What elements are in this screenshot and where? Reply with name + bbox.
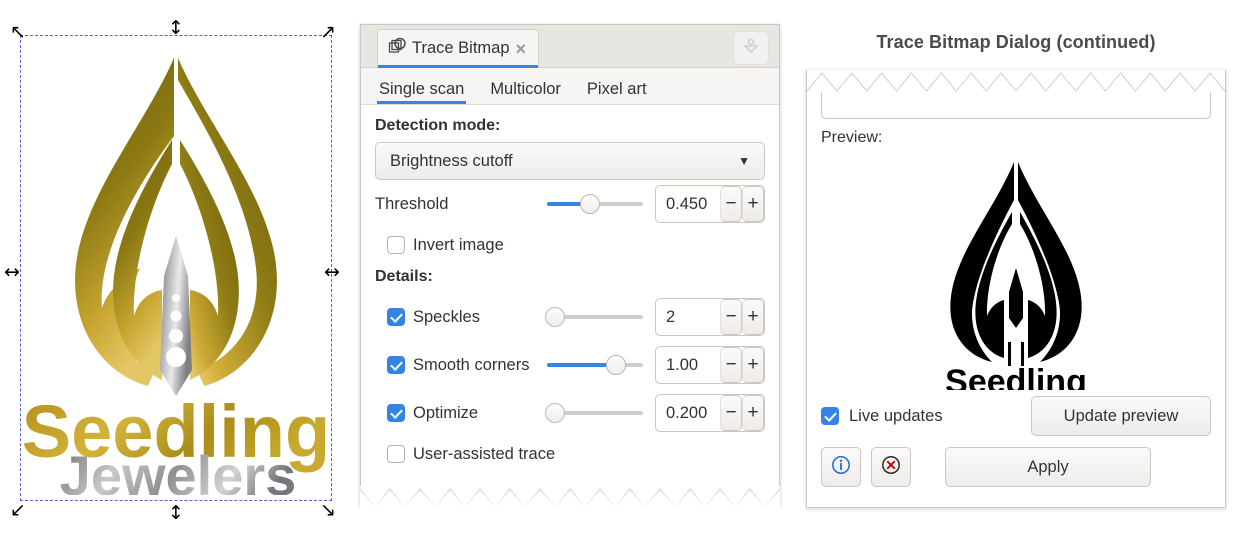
tab-trace-bitmap[interactable]: Trace Bitmap × — [377, 29, 540, 68]
resize-handle-northeast[interactable]: ↗ — [318, 22, 338, 42]
detection-mode-value: Brightness cutoff — [390, 151, 513, 170]
tab-single-scan[interactable]: Single scan — [376, 80, 467, 104]
threshold-slider[interactable] — [547, 194, 643, 214]
smooth-corners-value: 1.00 — [666, 355, 699, 374]
optimize-checkbox[interactable] — [387, 404, 405, 422]
live-updates-checkbox[interactable] — [821, 407, 839, 425]
trace-bitmap-dialog: Trace Bitmap × Single scan Multicolor Pi… — [360, 24, 780, 506]
tab-multicolor[interactable]: Multicolor — [490, 80, 561, 104]
torn-paper-bottom-edge — [360, 486, 780, 512]
smooth-corners-checkbox[interactable] — [387, 356, 405, 374]
smooth-corners-slider[interactable] — [547, 355, 643, 375]
speckles-decrement-button[interactable]: − — [720, 299, 742, 335]
preview-text-line1: Seedling — [945, 363, 1087, 390]
selection-bounding-box[interactable] — [20, 35, 332, 501]
clipped-input-field[interactable] — [821, 92, 1211, 119]
speckles-increment-button[interactable]: + — [742, 299, 764, 335]
threshold-row: Threshold 0.450 − + — [375, 180, 765, 228]
optimize-value: 0.200 — [666, 403, 708, 422]
invert-image-label: Invert image — [413, 235, 504, 254]
resize-handle-southeast[interactable]: ↘ — [318, 500, 338, 520]
detection-mode-label: Detection mode: — [375, 117, 501, 134]
right-panel-body: Preview: Seedling Live updates Update pr… — [807, 92, 1225, 507]
resize-handle-east[interactable]: ↔ — [322, 262, 342, 282]
threshold-slider-knob[interactable] — [580, 194, 601, 214]
optimize-spinner[interactable]: 0.200 − + — [655, 394, 765, 432]
optimize-slider-knob[interactable] — [544, 403, 565, 423]
dialog-body: Detection mode: Brightness cutoff ▼ Thre… — [361, 105, 779, 506]
resize-handle-north[interactable]: ↕ — [166, 18, 186, 38]
optimize-row: Optimize 0.200 − + — [375, 389, 765, 437]
speckles-value: 2 — [666, 307, 676, 326]
invert-image-row[interactable]: Invert image — [387, 236, 504, 255]
dialog-action-row: Apply — [821, 441, 1211, 493]
invert-image-checkbox[interactable] — [387, 236, 405, 254]
smooth-corners-spinner[interactable]: 1.00 − + — [655, 346, 765, 384]
threshold-spinner[interactable]: 0.450 − + — [655, 185, 765, 223]
resize-handle-northwest[interactable]: ↖ — [8, 22, 28, 42]
traced-preview-image: Seedling — [916, 150, 1116, 390]
dock-down-icon — [741, 36, 761, 61]
threshold-decrement-button[interactable]: − — [720, 186, 742, 222]
right-panel-caption: Trace Bitmap Dialog (continued) — [876, 32, 1156, 52]
torn-paper-top-edge — [807, 70, 1225, 94]
live-updates-row: Live updates Update preview — [821, 391, 1211, 441]
tab-title: Trace Bitmap — [412, 39, 510, 57]
speckles-row: Speckles 2 − + — [375, 293, 765, 341]
optimize-slider[interactable] — [544, 403, 643, 423]
optimize-decrement-button[interactable]: − — [720, 395, 742, 431]
user-assisted-trace-checkbox[interactable] — [387, 445, 405, 463]
optimize-increment-button[interactable]: + — [742, 395, 764, 431]
trace-bitmap-dialog-continued: Preview: Seedling Live updates Update pr… — [806, 70, 1226, 508]
speckles-label: Speckles — [413, 307, 480, 326]
speckles-slider[interactable] — [544, 307, 643, 327]
preview-area[interactable]: Seedling — [821, 149, 1211, 391]
dock-button[interactable] — [733, 31, 769, 65]
dialog-titlebar: Trace Bitmap × — [361, 25, 779, 68]
detection-subtabs: Single scan Multicolor Pixel art — [361, 68, 779, 105]
user-assisted-trace-row[interactable]: User-assisted trace — [387, 445, 555, 464]
smooth-corners-decrement-button[interactable]: − — [720, 347, 742, 383]
details-label: Details: — [375, 268, 433, 285]
user-assisted-trace-label: User-assisted trace — [413, 444, 556, 463]
smooth-corners-increment-button[interactable]: + — [742, 347, 764, 383]
speckles-checkbox[interactable] — [387, 308, 405, 326]
resize-handle-west[interactable]: ↔ — [2, 262, 22, 282]
tab-pixel-art[interactable]: Pixel art — [587, 80, 647, 104]
optimize-label: Optimize — [413, 403, 479, 422]
trace-bitmap-icon — [388, 36, 408, 61]
close-circle-icon — [880, 454, 902, 481]
threshold-label: Threshold — [375, 194, 449, 213]
speckles-slider-knob[interactable] — [544, 307, 565, 327]
canvas-area[interactable]: Seedling Jewelers ↕ ↕ ↔ ↔ ↖ ↗ ↙ ↘ — [0, 0, 352, 533]
speckles-spinner[interactable]: 2 − + — [655, 298, 765, 336]
live-updates-label: Live updates — [849, 406, 943, 425]
update-preview-button[interactable]: Update preview — [1031, 396, 1211, 436]
apply-button[interactable]: Apply — [945, 447, 1151, 487]
resize-handle-southwest[interactable]: ↙ — [8, 500, 28, 520]
info-icon — [830, 454, 852, 481]
smooth-corners-row: Smooth corners 1.00 − + — [375, 341, 765, 389]
preview-label: Preview: — [821, 129, 883, 146]
smooth-corners-slider-knob[interactable] — [606, 355, 627, 375]
detection-mode-select[interactable]: Brightness cutoff ▼ — [375, 142, 765, 180]
smooth-corners-label: Smooth corners — [413, 355, 530, 374]
close-icon[interactable]: × — [514, 40, 529, 58]
threshold-increment-button[interactable]: + — [742, 186, 764, 222]
info-button[interactable] — [821, 447, 861, 487]
threshold-value: 0.450 — [666, 194, 708, 213]
close-button[interactable] — [871, 447, 911, 487]
resize-handle-south[interactable]: ↕ — [166, 503, 186, 523]
chevron-down-icon: ▼ — [738, 154, 750, 168]
